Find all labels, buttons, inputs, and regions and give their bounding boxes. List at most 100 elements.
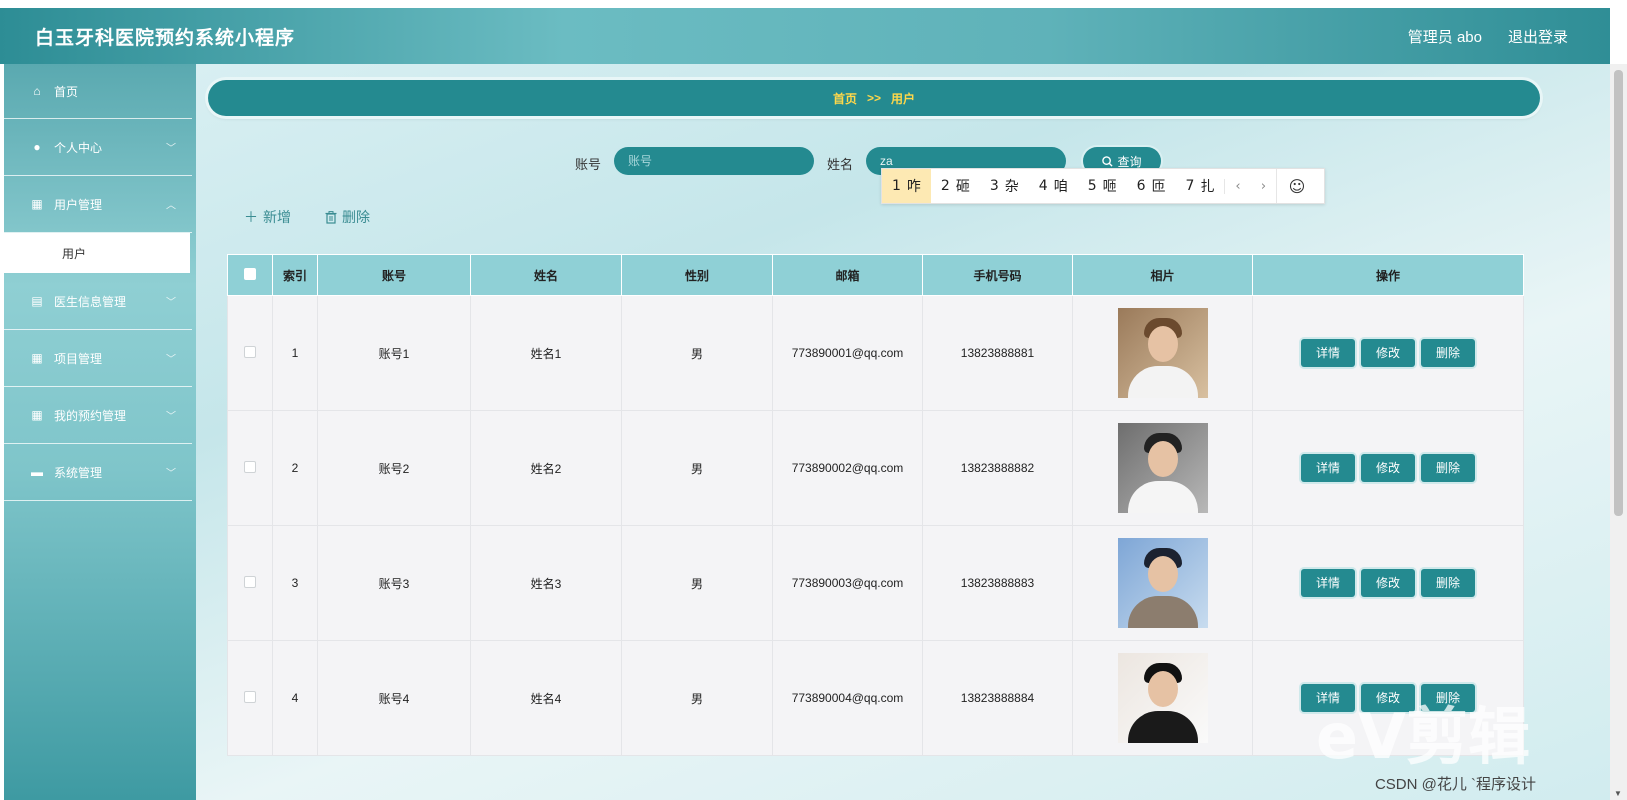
- sidebar-subitem-users[interactable]: 用户: [4, 233, 190, 273]
- ime-candidate-bar: 1咋 2砸 3杂 4咱 5咂 6匝 7扎 ‹ › ☺: [881, 168, 1325, 204]
- sidebar-item-appointment-management[interactable]: ▦ 我的预约管理 ﹀: [4, 387, 192, 444]
- ime-next-icon[interactable]: ›: [1250, 179, 1276, 194]
- edit-button[interactable]: 修改: [1361, 339, 1415, 367]
- sidebar-item-doctor-management[interactable]: ▤ 医生信息管理 ﹀: [4, 273, 192, 330]
- row-checkbox[interactable]: [244, 460, 256, 473]
- select-all-checkbox[interactable]: [244, 267, 256, 280]
- column-header[interactable]: 姓名: [470, 254, 622, 296]
- row-checkbox[interactable]: [244, 690, 256, 703]
- sidebar-item-user-management[interactable]: ▦ 用户管理 ︿: [4, 176, 192, 233]
- query-button-label: 查询: [1117, 154, 1142, 169]
- add-button[interactable]: ＋ 新增: [244, 207, 291, 227]
- edit-button[interactable]: 修改: [1361, 454, 1415, 482]
- chevron-down-icon: ﹀: [166, 143, 176, 155]
- sidebar-item-label: 医生信息管理: [54, 294, 127, 309]
- breadcrumb-separator: >>: [866, 91, 881, 105]
- delete-button[interactable]: 删除: [1421, 684, 1475, 712]
- cell-index: 2: [272, 410, 318, 526]
- breadcrumb-current: 用户: [891, 91, 916, 106]
- column-header[interactable]: 性别: [621, 254, 773, 296]
- row-checkbox[interactable]: [244, 575, 256, 588]
- column-header[interactable]: 邮箱: [772, 254, 923, 296]
- user-photo[interactable]: [1117, 653, 1208, 743]
- column-header[interactable]: 索引: [272, 254, 318, 296]
- cell-name: 姓名1: [470, 295, 622, 411]
- chevron-down-icon: ﹀: [166, 354, 176, 366]
- cell-name: 姓名3: [470, 525, 622, 641]
- cell-gender: 男: [621, 640, 773, 756]
- admin-user-label[interactable]: 管理员 abo: [1408, 26, 1482, 47]
- ime-candidate[interactable]: 7扎: [1176, 169, 1225, 203]
- scrollbar-thumb[interactable]: [1614, 70, 1623, 516]
- sidebar-item-project-management[interactable]: ▦ 项目管理 ﹀: [4, 330, 192, 387]
- cell-email: 773890002@qq.com: [772, 410, 923, 526]
- detail-button[interactable]: 详情: [1301, 569, 1355, 597]
- user-photo[interactable]: [1117, 423, 1208, 513]
- detail-button[interactable]: 详情: [1301, 684, 1355, 712]
- grid-icon: ▦: [31, 197, 43, 211]
- emoji-icon[interactable]: ☺: [1276, 169, 1316, 203]
- detail-button[interactable]: 详情: [1301, 454, 1355, 482]
- breadcrumb-home[interactable]: 首页: [833, 90, 857, 107]
- app-title: 白玉牙科医院预约系统小程序: [35, 27, 296, 49]
- table-row: 4 账号4 姓名4 男 773890004@qq.com 13823888884…: [227, 640, 1524, 756]
- ime-candidate[interactable]: 4咱: [1029, 169, 1078, 203]
- grid-icon: ▦: [31, 351, 43, 365]
- cell-gender: 男: [621, 525, 773, 641]
- sidebar: ⌂ 首页 ● 个人中心 ﹀ ▦ 用户管理 ︿ 用户 ▤ 医生信息管理 ﹀ ▦ 项…: [4, 64, 196, 800]
- scroll-down-icon[interactable]: ▼: [1614, 789, 1622, 798]
- ime-candidate[interactable]: 1咋: [882, 169, 931, 203]
- detail-button[interactable]: 详情: [1301, 339, 1355, 367]
- account-search-input[interactable]: [614, 147, 814, 175]
- ime-candidate[interactable]: 5咂: [1078, 169, 1127, 203]
- column-header[interactable]: 手机号码: [922, 254, 1073, 296]
- cell-name: 姓名4: [470, 640, 622, 756]
- delete-button[interactable]: 删除: [1421, 569, 1475, 597]
- cell-account: 账号3: [317, 525, 471, 641]
- breadcrumb: 首页 >> 用户: [208, 80, 1540, 116]
- cell-gender: 男: [621, 295, 773, 411]
- logout-button[interactable]: 退出登录: [1508, 26, 1568, 47]
- delete-button[interactable]: 删除: [1421, 454, 1475, 482]
- ime-candidate[interactable]: 3杂: [980, 169, 1029, 203]
- cell-gender: 男: [621, 410, 773, 526]
- main-content: 首页 >> 用户 账号 姓名 查询 1咋 2砸 3杂 4咱 5咂 6匝 7扎 ‹…: [196, 64, 1610, 800]
- user-icon: ●: [33, 140, 41, 154]
- page-scrollbar[interactable]: ▼: [1610, 64, 1627, 800]
- table-header-row: 索引 账号 姓名 性别 邮箱 手机号码 相片 操作: [227, 254, 1524, 296]
- search-icon: [1102, 155, 1114, 167]
- ime-candidate[interactable]: 6匝: [1127, 169, 1176, 203]
- sidebar-item-system-management[interactable]: ▬ 系统管理 ﹀: [4, 444, 192, 501]
- row-checkbox[interactable]: [244, 345, 256, 358]
- delete-button[interactable]: 删除: [1421, 339, 1475, 367]
- column-header[interactable]: 账号: [317, 254, 471, 296]
- cell-email: 773890004@qq.com: [772, 640, 923, 756]
- cell-index: 3: [272, 525, 318, 641]
- cell-phone: 13823888883: [922, 525, 1073, 641]
- column-header[interactable]: 操作: [1252, 254, 1524, 296]
- user-photo[interactable]: [1117, 538, 1208, 628]
- chevron-down-icon: ﹀: [166, 468, 176, 480]
- user-photo[interactable]: [1117, 308, 1208, 398]
- cell-phone: 13823888882: [922, 410, 1073, 526]
- edit-button[interactable]: 修改: [1361, 569, 1415, 597]
- cell-phone: 13823888881: [922, 295, 1073, 411]
- sidebar-item-label: 个人中心: [54, 140, 103, 155]
- briefcase-icon: ▬: [31, 465, 43, 479]
- edit-button[interactable]: 修改: [1361, 684, 1415, 712]
- ime-prev-icon[interactable]: ‹: [1224, 178, 1250, 194]
- sidebar-item-label: 首页: [54, 84, 79, 99]
- sidebar-item-label: 我的预约管理: [54, 408, 127, 423]
- ime-candidate[interactable]: 2砸: [931, 169, 980, 203]
- window-top-strip: [0, 0, 1627, 8]
- table-row: 2 账号2 姓名2 男 773890002@qq.com 13823888882…: [227, 410, 1524, 526]
- sidebar-item-home[interactable]: ⌂ 首页: [4, 64, 192, 119]
- bulk-delete-button[interactable]: 删除: [325, 207, 370, 227]
- cell-account: 账号1: [317, 295, 471, 411]
- sidebar-item-personal-center[interactable]: ● 个人中心 ﹀: [4, 119, 192, 176]
- top-header: 白玉牙科医院预约系统小程序 管理员 abo 退出登录: [0, 8, 1610, 64]
- cell-email: 773890003@qq.com: [772, 525, 923, 641]
- column-header[interactable]: 相片: [1072, 254, 1253, 296]
- table-row: 1 账号1 姓名1 男 773890001@qq.com 13823888881…: [227, 295, 1524, 411]
- sidebar-item-label: 系统管理: [54, 465, 103, 480]
